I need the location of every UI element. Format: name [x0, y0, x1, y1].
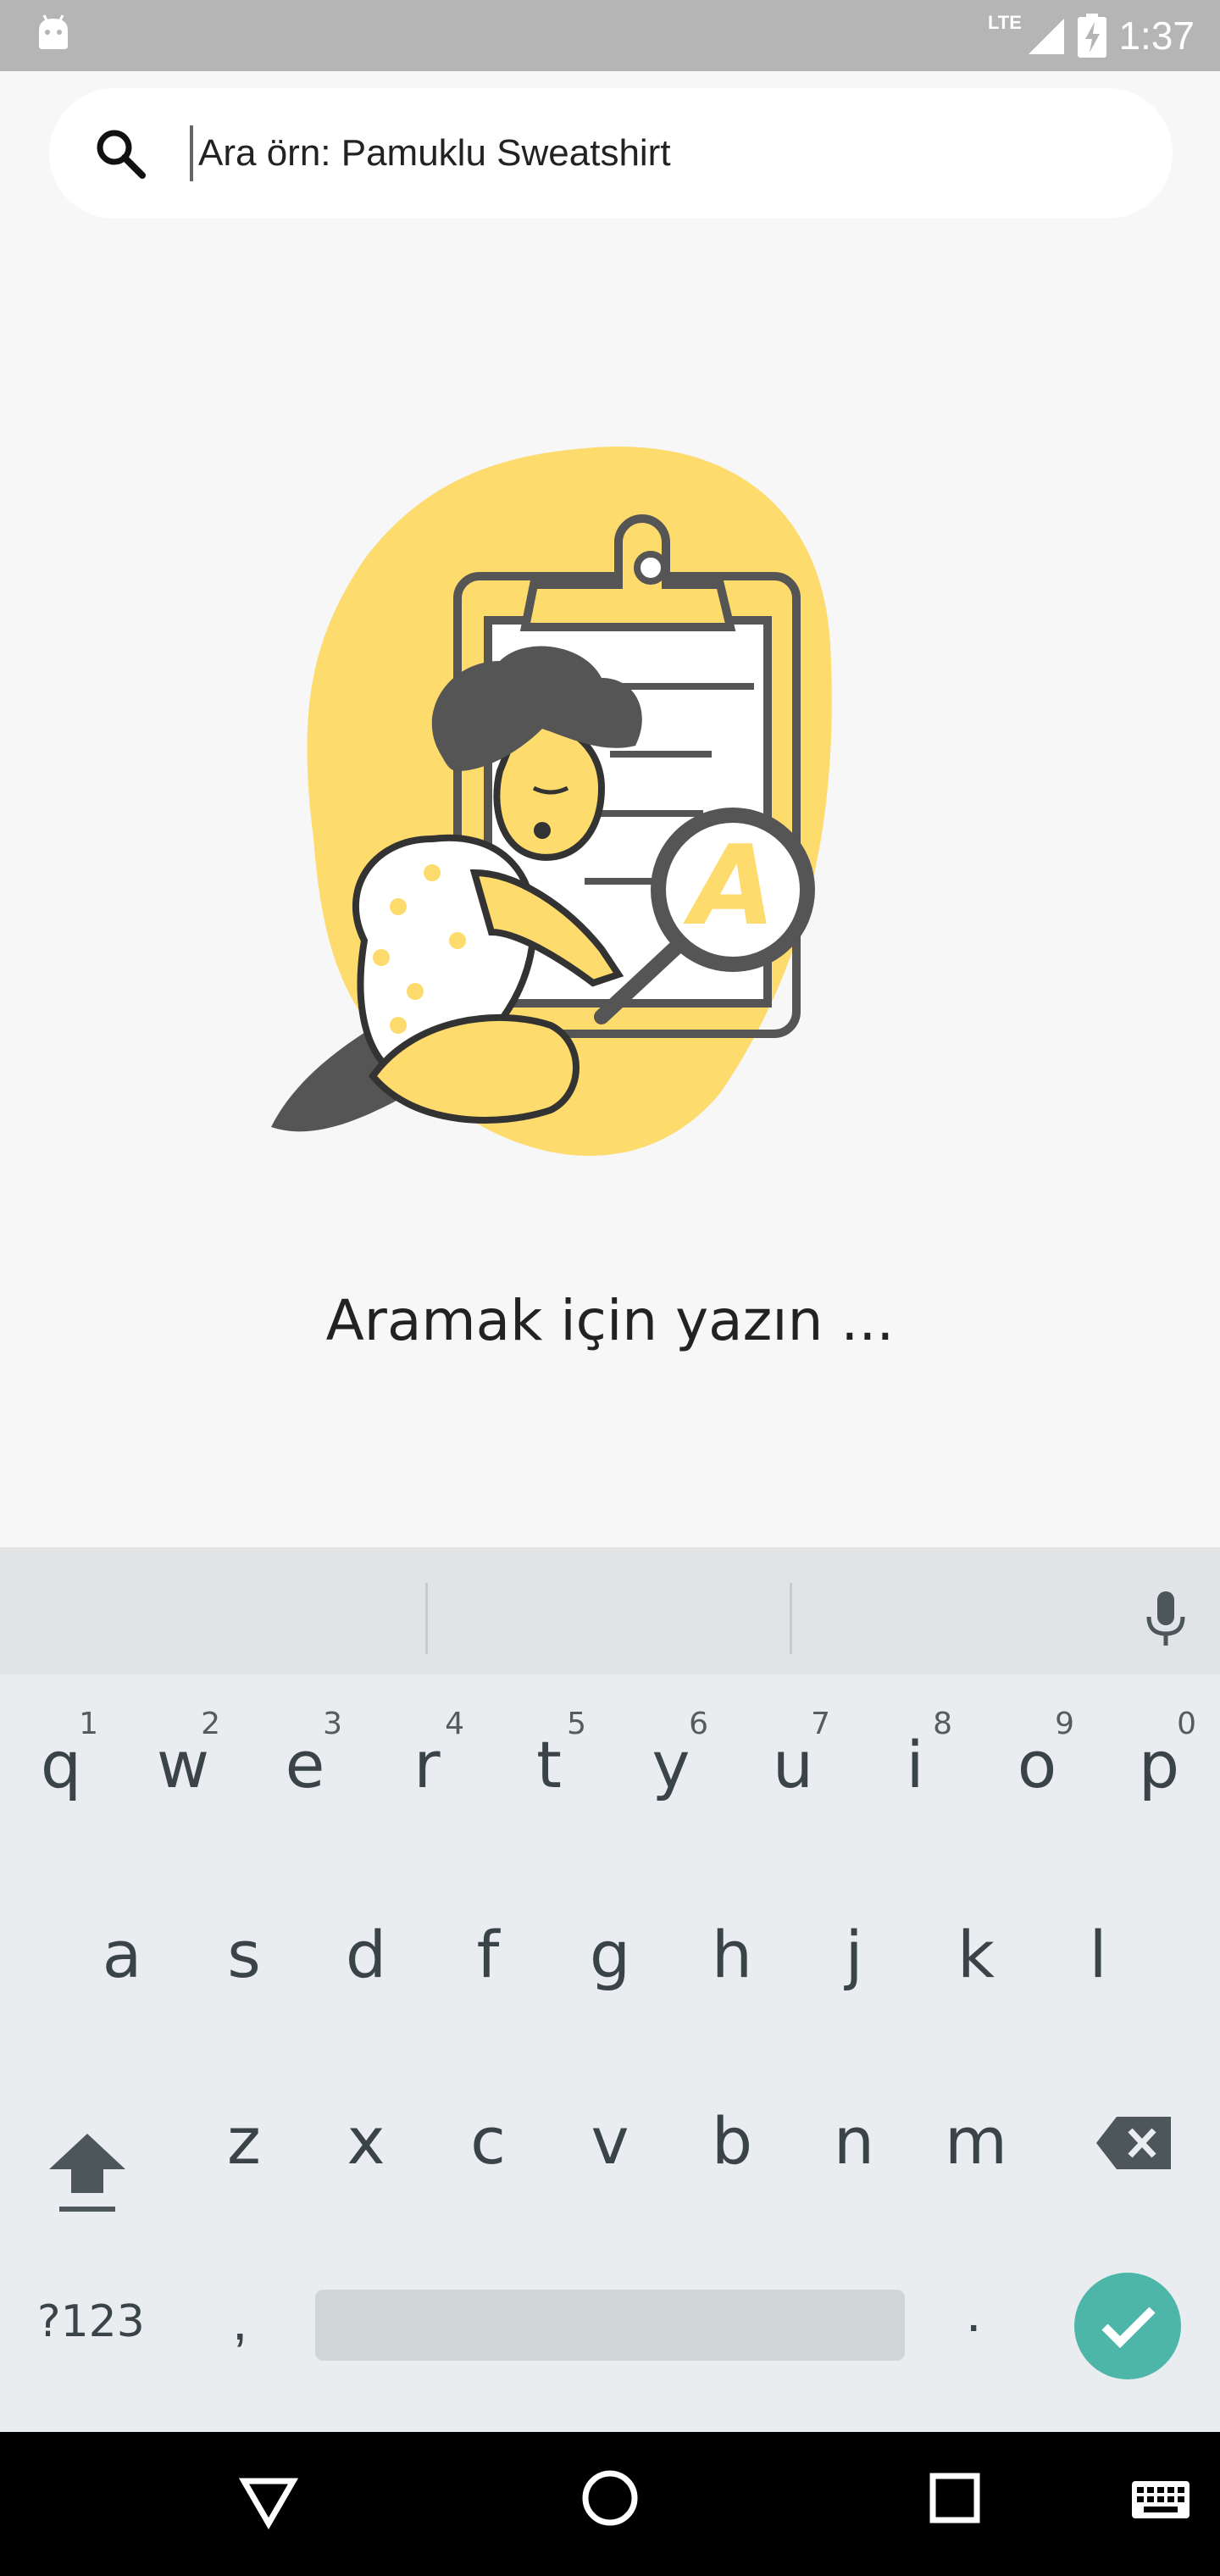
key-e[interactable]: e3 [244, 1688, 366, 1840]
search-input[interactable] [193, 119, 1051, 188]
key-q[interactable]: q1 [0, 1688, 122, 1840]
key-number-hint: 5 [567, 1707, 586, 1741]
key-label: u [772, 1726, 814, 1802]
key-w[interactable]: w2 [122, 1688, 244, 1840]
keyboard-row-2: asdfghjkl [0, 1878, 1220, 2030]
key-number-hint: 2 [201, 1707, 220, 1741]
key-label: t [536, 1726, 562, 1802]
key-label: o [1017, 1726, 1057, 1802]
key-label: i [906, 1726, 924, 1802]
key-label: g [589, 1916, 631, 1992]
key-label: c [470, 2102, 506, 2179]
magnifier-letter: A [683, 821, 776, 950]
key-o[interactable]: o9 [976, 1688, 1098, 1840]
key-x[interactable]: x [305, 2064, 427, 2217]
key-label: x [347, 2102, 385, 2179]
keyboard-row-1: q1w2e3r4t5y6u7i8o9p0 [0, 1688, 1220, 1840]
key-v[interactable]: v [549, 2064, 671, 2217]
key-number-hint: 0 [1177, 1707, 1196, 1741]
shift-icon[interactable] [41, 2125, 134, 2218]
key-label: l [1089, 1916, 1107, 1992]
key-r[interactable]: r4 [366, 1688, 488, 1840]
backspace-icon[interactable] [1093, 2113, 1174, 2173]
symbols-key[interactable]: ?123 [37, 2296, 145, 2347]
key-u[interactable]: u7 [732, 1688, 854, 1840]
key-number-hint: 7 [811, 1707, 830, 1741]
key-t[interactable]: t5 [488, 1688, 610, 1840]
enter-key[interactable] [1074, 2273, 1181, 2379]
network-type-label: LTE [988, 12, 1022, 33]
key-label: s [227, 1916, 261, 1992]
suggestion-divider [425, 1583, 428, 1654]
key-c[interactable]: c [427, 2064, 549, 2217]
key-label: n [833, 2102, 875, 2179]
key-label: e [285, 1726, 325, 1802]
key-f[interactable]: f [427, 1878, 549, 2030]
key-g[interactable]: g [549, 1878, 671, 2030]
keyboard-row-3: z x c v b nm [0, 2064, 1220, 2217]
empty-state-text: Aramak için yazın ... [325, 1288, 895, 1353]
key-label: f [476, 1916, 500, 1992]
key-m[interactable]: m [915, 2064, 1037, 2217]
key-label: a [102, 1916, 142, 1992]
navigation-bar [0, 2432, 1220, 2576]
key-label: h [711, 1916, 753, 1992]
key-l[interactable]: l [1037, 1878, 1159, 2030]
key-label: y [652, 1726, 690, 1802]
search-icon[interactable] [92, 125, 149, 182]
key-label: k [957, 1916, 995, 1992]
clock: 1:37 [1118, 14, 1195, 58]
key-label: j [845, 1916, 863, 1992]
key-p[interactable]: p0 [1098, 1688, 1220, 1840]
key-k[interactable]: k [915, 1878, 1037, 2030]
key-b[interactable]: b [671, 2064, 793, 2217]
key-y[interactable]: y6 [610, 1688, 732, 1840]
suggestion-divider [790, 1583, 792, 1654]
keyboard-switch-icon[interactable] [1130, 2464, 1191, 2532]
key-i[interactable]: i8 [854, 1688, 976, 1840]
key-j[interactable]: j [793, 1878, 915, 2030]
key-number-hint: 3 [323, 1707, 342, 1741]
comma-key[interactable]: , [232, 2288, 247, 2352]
key-number-hint: 8 [933, 1707, 952, 1741]
key-z[interactable]: z [183, 2064, 305, 2217]
key-label: v [591, 2102, 629, 2179]
key-d[interactable]: d [305, 1878, 427, 2030]
recents-icon[interactable] [925, 2464, 984, 2532]
key-h[interactable]: h [671, 1878, 793, 2030]
key-a[interactable]: a [61, 1878, 183, 2030]
android-notification-icon [39, 14, 68, 49]
search-empty-illustration: A [271, 446, 832, 1157]
back-icon[interactable] [239, 2464, 298, 2532]
key-number-hint: 4 [445, 1707, 464, 1741]
suggestion-strip[interactable] [0, 1552, 1220, 1674]
space-key[interactable] [315, 2290, 905, 2361]
key-number-hint: 1 [79, 1707, 98, 1741]
microphone-icon[interactable] [1140, 1590, 1191, 1649]
key-label: p [1138, 1726, 1180, 1802]
key-s[interactable]: s [183, 1878, 305, 2030]
key-label: r [413, 1726, 441, 1802]
checkmark-icon [1101, 2307, 1156, 2349]
key-label: d [345, 1916, 387, 1992]
key-label: b [711, 2102, 753, 2179]
home-icon[interactable] [580, 2464, 640, 2532]
key-label: q [40, 1726, 82, 1802]
key-label: m [944, 2102, 1008, 2179]
search-bar[interactable] [49, 88, 1173, 219]
signal-icon [1029, 19, 1065, 54]
key-number-hint: 9 [1055, 1707, 1074, 1741]
period-key[interactable]: . [966, 2279, 981, 2344]
status-bar: LTE 1:37 [0, 0, 1220, 71]
battery-charging-icon [1078, 14, 1107, 58]
key-number-hint: 6 [689, 1707, 708, 1741]
key-label: z [227, 2102, 261, 2179]
key-n[interactable]: n [793, 2064, 915, 2217]
